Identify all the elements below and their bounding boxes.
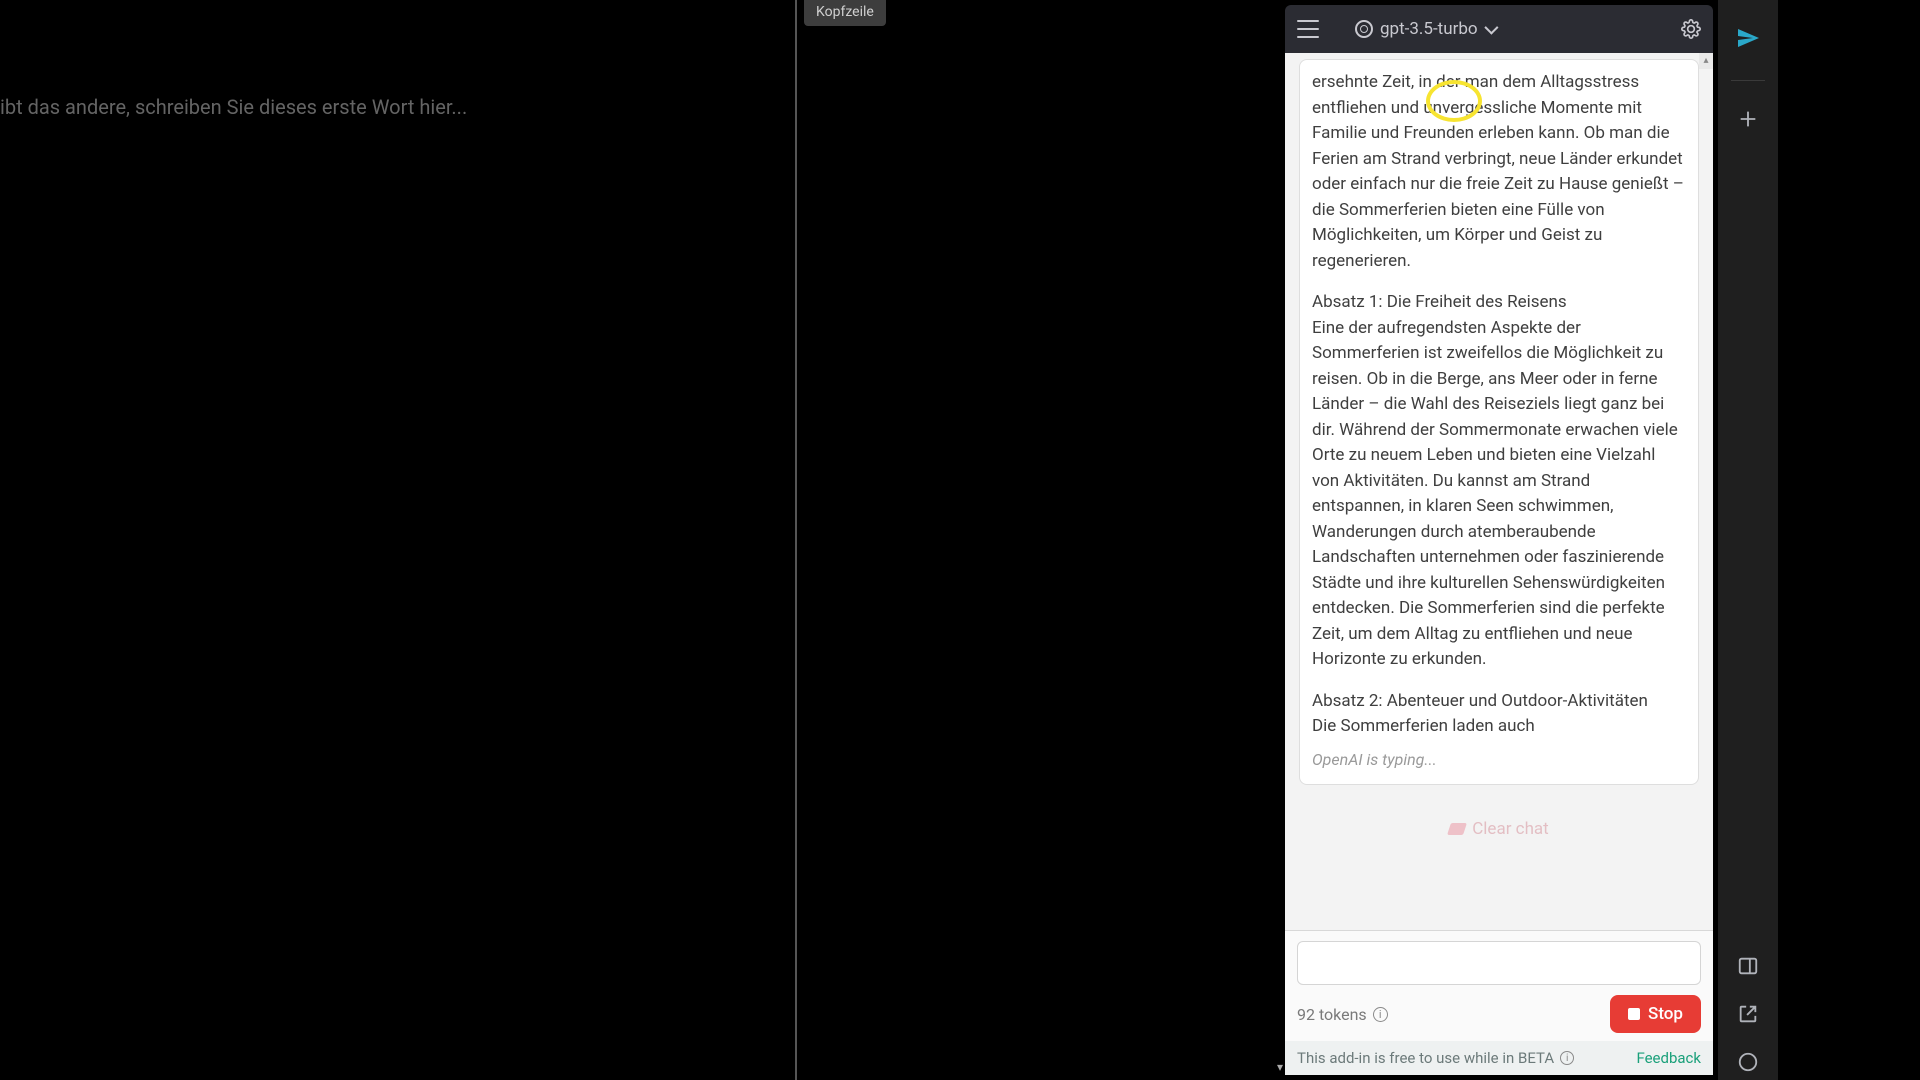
chevron-down-icon (1484, 21, 1498, 35)
openai-logo-icon (1355, 20, 1373, 38)
message-paragraph: ersehnte Zeit, in der man dem Alltagsstr… (1312, 70, 1686, 274)
document-divider (795, 0, 797, 1080)
add-icon[interactable] (1734, 105, 1762, 133)
beta-info-bar: This add-in is free to use while in BETA… (1285, 1041, 1713, 1075)
model-selector[interactable]: gpt-3.5-turbo (1355, 19, 1495, 39)
input-footer-row: 92 tokens i Stop (1297, 995, 1701, 1033)
chat-panel-body: ▴ ersehnte Zeit, in der man dem Alltagss… (1285, 53, 1713, 1075)
message-paragraph: Absatz 2: Abenteuer und Outdoor-Aktivitä… (1312, 689, 1686, 740)
menu-icon[interactable] (1297, 18, 1319, 40)
panel-resize-arrow-icon[interactable]: ▾ (1275, 1060, 1285, 1074)
clear-chat-button[interactable]: Clear chat (1433, 811, 1565, 847)
chat-input-area: 92 tokens i Stop (1285, 930, 1713, 1041)
rail-separator (1731, 80, 1765, 81)
document-placeholder-text: ibt das andere, schreiben Sie dieses ers… (0, 95, 467, 119)
settings-icon[interactable] (1681, 19, 1701, 39)
info-icon[interactable]: i (1560, 1051, 1574, 1065)
open-external-icon[interactable] (1734, 1000, 1762, 1028)
token-count-label: 92 tokens (1297, 1005, 1367, 1024)
more-icon[interactable] (1734, 1048, 1762, 1076)
token-count: 92 tokens i (1297, 1005, 1388, 1024)
assistant-message: ersehnte Zeit, in der man dem Alltagsstr… (1299, 59, 1699, 785)
stop-button[interactable]: Stop (1610, 995, 1701, 1033)
info-icon[interactable]: i (1373, 1007, 1388, 1022)
header-section-tab[interactable]: Kopfzeile (804, 0, 886, 26)
panel-toggle-icon[interactable] (1734, 952, 1762, 980)
message-paragraph: Absatz 1: Die Freiheit des Reisens Eine … (1312, 290, 1686, 673)
feedback-link[interactable]: Feedback (1636, 1049, 1701, 1067)
send-icon[interactable] (1734, 24, 1762, 52)
stop-label: Stop (1648, 1004, 1683, 1024)
model-name: gpt-3.5-turbo (1380, 19, 1478, 39)
clear-chat-row: Clear chat (1295, 795, 1703, 871)
chat-panel: gpt-3.5-turbo ▴ ersehnte Zeit, in der ma… (1285, 5, 1713, 1075)
message-scroll-area[interactable]: ersehnte Zeit, in der man dem Alltagsstr… (1285, 53, 1713, 930)
eraser-icon (1447, 823, 1467, 835)
chat-input[interactable] (1297, 941, 1701, 985)
stop-icon (1628, 1008, 1640, 1020)
beta-label: This add-in is free to use while in BETA (1297, 1049, 1554, 1067)
right-icon-rail (1718, 0, 1778, 1080)
chat-panel-header: gpt-3.5-turbo (1285, 5, 1713, 53)
clear-chat-label: Clear chat (1472, 819, 1549, 839)
typing-indicator: OpenAI is typing... (1312, 748, 1686, 772)
scroll-up-button[interactable]: ▴ (1699, 53, 1713, 69)
